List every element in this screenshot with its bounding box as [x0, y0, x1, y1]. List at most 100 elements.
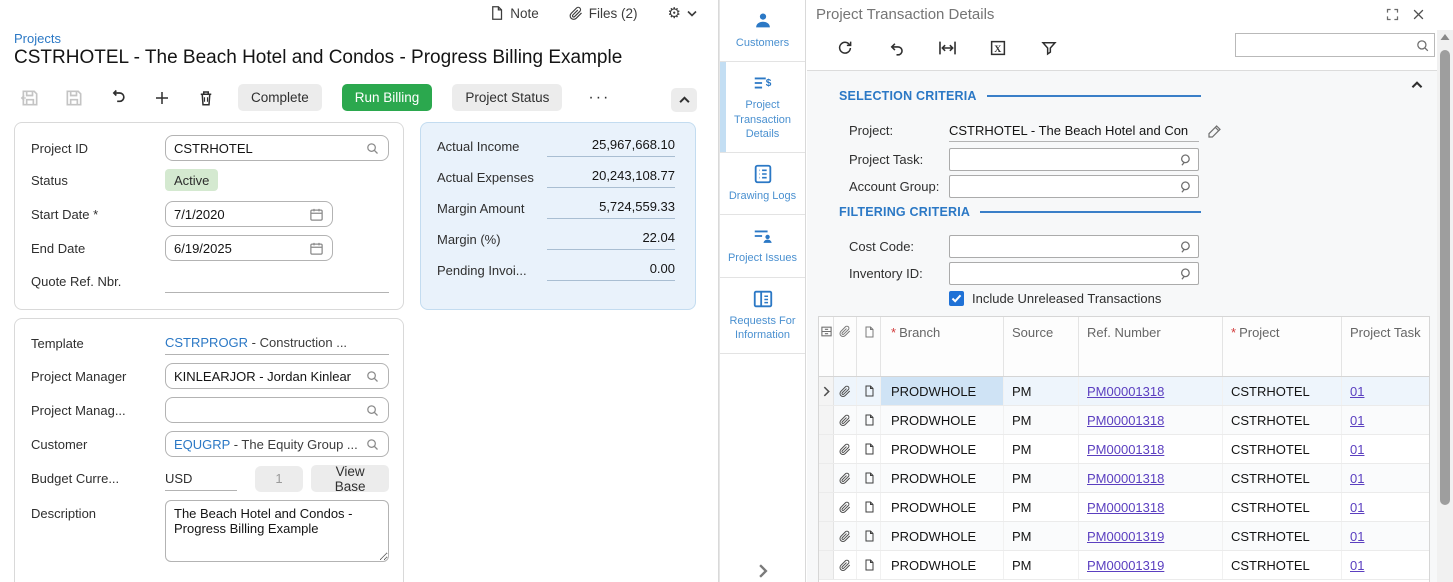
project-task-link[interactable]: 01: [1350, 500, 1364, 515]
project-value-field[interactable]: CSTRHOTEL - The Beach Hotel and Con: [949, 119, 1199, 142]
ref-number-link[interactable]: PM00001318: [1087, 413, 1164, 428]
inventory-id-input[interactable]: [957, 263, 1179, 284]
refresh-button[interactable]: [833, 36, 857, 60]
start-date-input[interactable]: [174, 202, 309, 226]
project-task-link[interactable]: 01: [1350, 558, 1364, 573]
project-task-input[interactable]: [957, 149, 1179, 170]
cell-source[interactable]: PM: [1004, 493, 1079, 521]
ref-number-link[interactable]: PM00001319: [1087, 529, 1164, 544]
cell-ref-number[interactable]: PM00001318: [1079, 464, 1223, 492]
ref-number-link[interactable]: PM00001319: [1087, 558, 1164, 573]
ref-number-link[interactable]: PM00001318: [1087, 384, 1164, 399]
tab-drawing-logs[interactable]: Drawing Logs: [720, 153, 805, 215]
row-selector-cell[interactable]: [819, 464, 834, 492]
attachment-cell[interactable]: [834, 377, 857, 405]
search-icon[interactable]: [1179, 153, 1193, 167]
column-header-project[interactable]: *Project: [1223, 317, 1342, 376]
search-icon[interactable]: [1179, 267, 1193, 281]
row-selector-cell[interactable]: [819, 377, 834, 405]
search-icon[interactable]: [365, 437, 380, 452]
grid-settings-header[interactable]: [819, 317, 834, 376]
cell-source[interactable]: PM: [1004, 435, 1079, 463]
search-icon[interactable]: [365, 141, 380, 156]
cell-source[interactable]: PM: [1004, 522, 1079, 550]
quote-ref-field[interactable]: [165, 269, 389, 293]
cell-project-task[interactable]: 01: [1342, 406, 1430, 434]
search-icon[interactable]: [365, 403, 380, 418]
column-header-ref-number[interactable]: Ref. Number: [1079, 317, 1223, 376]
project-task-link[interactable]: 01: [1350, 529, 1364, 544]
vertical-scrollbar[interactable]: [1437, 30, 1453, 582]
collapse-criteria-button[interactable]: [1411, 81, 1423, 89]
note-cell[interactable]: [857, 551, 881, 579]
account-group-field[interactable]: [949, 175, 1199, 198]
project-id-field[interactable]: [165, 135, 389, 161]
cell-project[interactable]: CSTRHOTEL: [1223, 522, 1342, 550]
cell-project-task[interactable]: 01: [1342, 464, 1430, 492]
row-selector-cell[interactable]: [819, 522, 834, 550]
end-date-field[interactable]: [165, 235, 333, 261]
export-excel-button[interactable]: X: [986, 36, 1010, 60]
note-cell[interactable]: [857, 406, 881, 434]
ref-number-link[interactable]: PM00001318: [1087, 442, 1164, 457]
cell-source[interactable]: PM: [1004, 551, 1079, 579]
cancel-button[interactable]: [884, 36, 908, 60]
table-row[interactable]: PRODWHOLE PM PM00001319 CSTRHOTEL 01: [819, 551, 1429, 580]
close-panel-button[interactable]: [1405, 2, 1431, 26]
more-actions-button[interactable]: ···: [582, 84, 616, 111]
cell-project-task[interactable]: 01: [1342, 522, 1430, 550]
cell-project-task[interactable]: 01: [1342, 435, 1430, 463]
template-link[interactable]: CSTRPROGR: [165, 335, 248, 350]
search-icon[interactable]: [365, 369, 380, 384]
cell-branch[interactable]: PRODWHOLE: [881, 493, 1004, 521]
tab-customers[interactable]: Customers: [720, 0, 805, 62]
cell-project[interactable]: CSTRHOTEL: [1223, 493, 1342, 521]
description-input[interactable]: The Beach Hotel and Condos - Progress Bi…: [165, 500, 389, 562]
note-cell[interactable]: [857, 493, 881, 521]
cell-branch[interactable]: PRODWHOLE: [881, 551, 1004, 579]
save-close-button[interactable]: [18, 86, 42, 110]
include-unreleased-checkbox[interactable]: [949, 291, 964, 306]
row-selector-cell[interactable]: [819, 551, 834, 579]
attachment-cell[interactable]: [834, 493, 857, 521]
search-icon[interactable]: [1415, 38, 1430, 53]
tab-project-transaction-details[interactable]: $ Project Transaction Details: [720, 62, 805, 153]
scroll-up-icon[interactable]: [1437, 33, 1453, 41]
cell-ref-number[interactable]: PM00001318: [1079, 406, 1223, 434]
project-status-button[interactable]: Project Status: [452, 84, 562, 111]
tab-project-issues[interactable]: Project Issues: [720, 215, 805, 277]
project-manager2-input[interactable]: [174, 398, 365, 422]
collapse-form-button[interactable]: [671, 88, 697, 112]
note-cell[interactable]: [857, 522, 881, 550]
run-billing-button[interactable]: Run Billing: [342, 84, 433, 111]
grid-search-input[interactable]: [1243, 34, 1415, 56]
ref-number-link[interactable]: PM00001318: [1087, 471, 1164, 486]
add-button[interactable]: [150, 86, 174, 110]
save-button[interactable]: [62, 86, 86, 110]
cell-source[interactable]: PM: [1004, 406, 1079, 434]
project-id-input[interactable]: [174, 136, 365, 160]
cell-project[interactable]: CSTRHOTEL: [1223, 551, 1342, 579]
attachment-cell[interactable]: [834, 435, 857, 463]
notes-column-header[interactable]: [857, 317, 881, 376]
row-selector-cell[interactable]: [819, 493, 834, 521]
project-task-field[interactable]: [949, 148, 1199, 171]
cell-branch[interactable]: PRODWHOLE: [881, 522, 1004, 550]
attachments-column-header[interactable]: [834, 317, 857, 376]
cell-ref-number[interactable]: PM00001319: [1079, 551, 1223, 579]
table-row[interactable]: PRODWHOLE PM PM00001318 CSTRHOTEL 01: [819, 435, 1429, 464]
cell-project[interactable]: CSTRHOTEL: [1223, 464, 1342, 492]
customer-field[interactable]: EQUGRP - The Equity Group ...: [165, 431, 389, 457]
files-button[interactable]: Files (2): [569, 6, 638, 21]
cell-branch[interactable]: PRODWHOLE: [881, 377, 1004, 405]
account-group-input[interactable]: [957, 176, 1179, 197]
inventory-id-field[interactable]: [949, 262, 1199, 285]
project-manager-input[interactable]: [174, 364, 365, 388]
cell-branch[interactable]: PRODWHOLE: [881, 406, 1004, 434]
note-cell[interactable]: [857, 464, 881, 492]
column-header-source[interactable]: Source: [1004, 317, 1079, 376]
currency-field[interactable]: USD: [165, 467, 237, 491]
attachment-cell[interactable]: [834, 406, 857, 434]
delete-button[interactable]: [194, 86, 218, 110]
cell-project[interactable]: CSTRHOTEL: [1223, 406, 1342, 434]
